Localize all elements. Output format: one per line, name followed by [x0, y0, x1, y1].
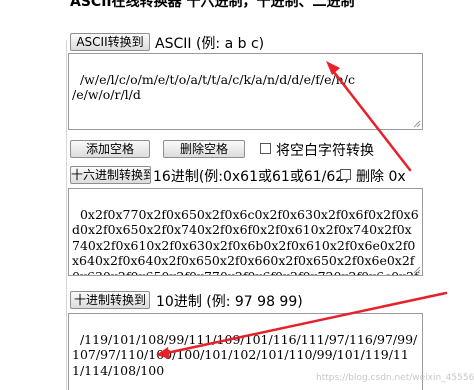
arrow-dec-icon [156, 291, 448, 359]
arrow-ascii-icon [326, 61, 412, 172]
annotation-arrows [156, 61, 448, 359]
